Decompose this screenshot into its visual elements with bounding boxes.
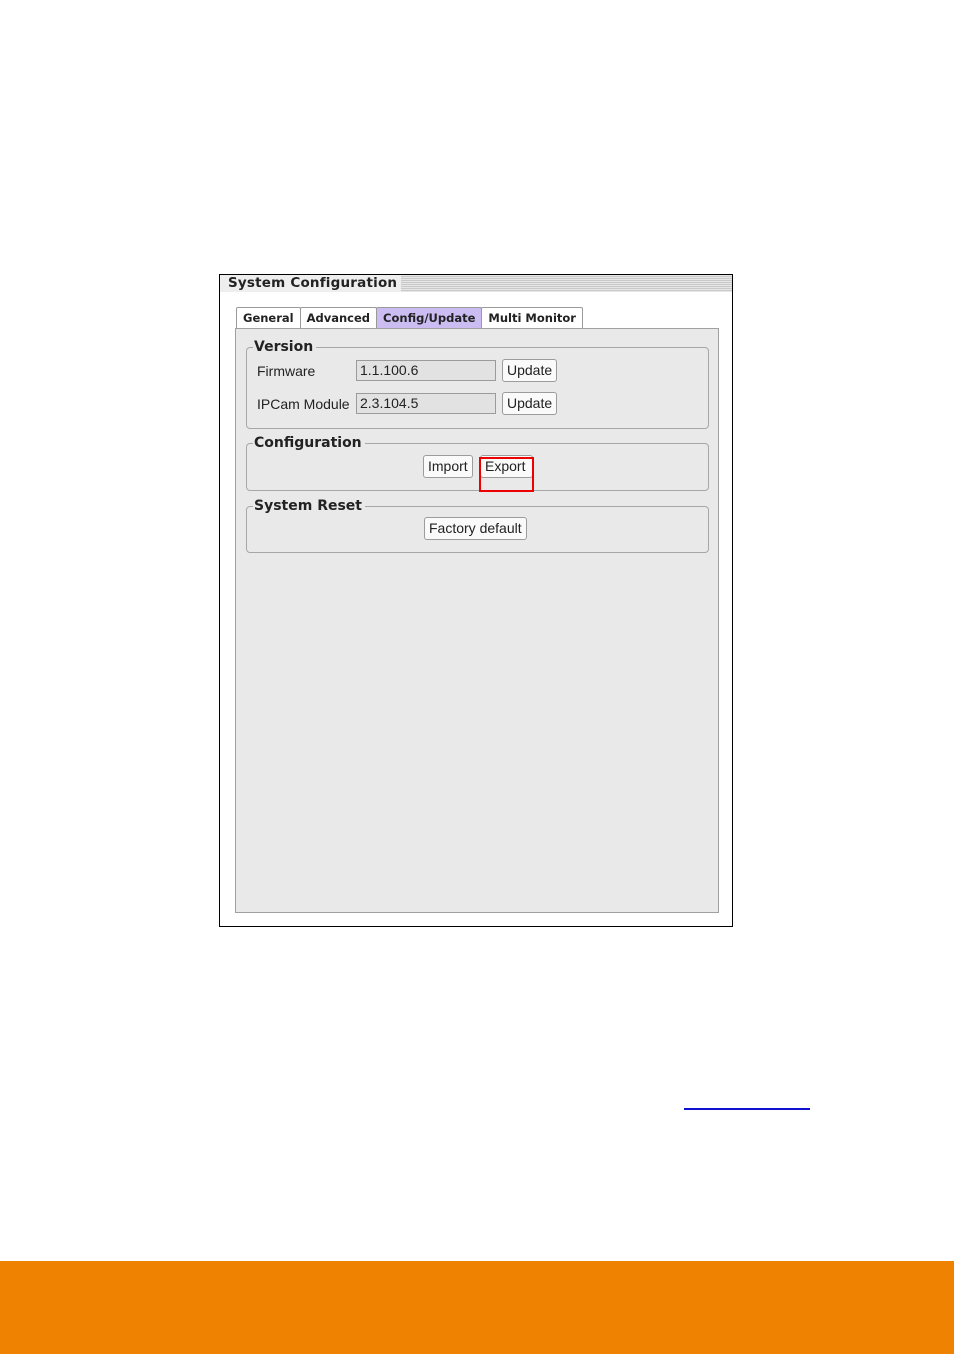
- import-button[interactable]: Import: [423, 455, 473, 478]
- system-reset-group: System Reset Factory default: [246, 497, 709, 553]
- firmware-version-field[interactable]: 1.1.100.6: [356, 360, 496, 381]
- tab-config-update[interactable]: Config/Update: [376, 307, 483, 328]
- ipcam-module-version-field[interactable]: 2.3.104.5: [356, 393, 496, 414]
- tab-general[interactable]: General: [236, 307, 301, 328]
- ipcam-module-update-button[interactable]: Update: [502, 392, 558, 415]
- firmware-label: Firmware: [257, 363, 316, 379]
- configuration-legend: Configuration: [253, 434, 365, 452]
- version-legend: Version: [253, 338, 317, 356]
- system-configuration-window: System Configuration General Advanced Co…: [219, 274, 733, 927]
- system-reset-legend: System Reset: [253, 497, 365, 515]
- config-update-panel: Version Firmware 1.1.100.6 Update IPCam …: [235, 328, 719, 913]
- window-title: System Configuration: [220, 275, 402, 292]
- ipcam-module-label: IPCam Module: [257, 396, 350, 412]
- title-bar: System Configuration: [220, 275, 732, 292]
- tab-advanced[interactable]: Advanced: [299, 307, 378, 328]
- tab-multi-monitor[interactable]: Multi Monitor: [481, 307, 583, 328]
- firmware-update-button[interactable]: Update: [502, 359, 558, 382]
- factory-default-button[interactable]: Factory default: [424, 517, 527, 540]
- export-button[interactable]: Export: [480, 455, 533, 478]
- tab-bar: General Advanced Config/Update Multi Mon…: [236, 307, 583, 328]
- configuration-group: Configuration Import Export: [246, 434, 709, 491]
- hyperlink-underline[interactable]: [684, 1108, 810, 1110]
- version-group: Version Firmware 1.1.100.6 Update IPCam …: [246, 338, 709, 429]
- footer-bar: [0, 1261, 954, 1354]
